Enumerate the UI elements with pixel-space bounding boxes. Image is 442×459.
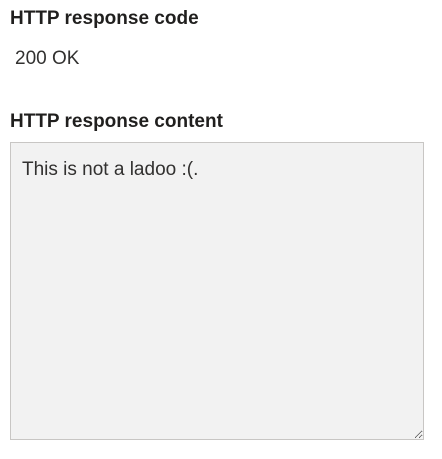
response-code-label: HTTP response code (10, 8, 199, 29)
response-content-label: HTTP response content (10, 111, 223, 132)
response-code-value: 200 OK (15, 48, 80, 69)
response-content-field[interactable]: This is not a ladoo :(. (10, 142, 424, 440)
